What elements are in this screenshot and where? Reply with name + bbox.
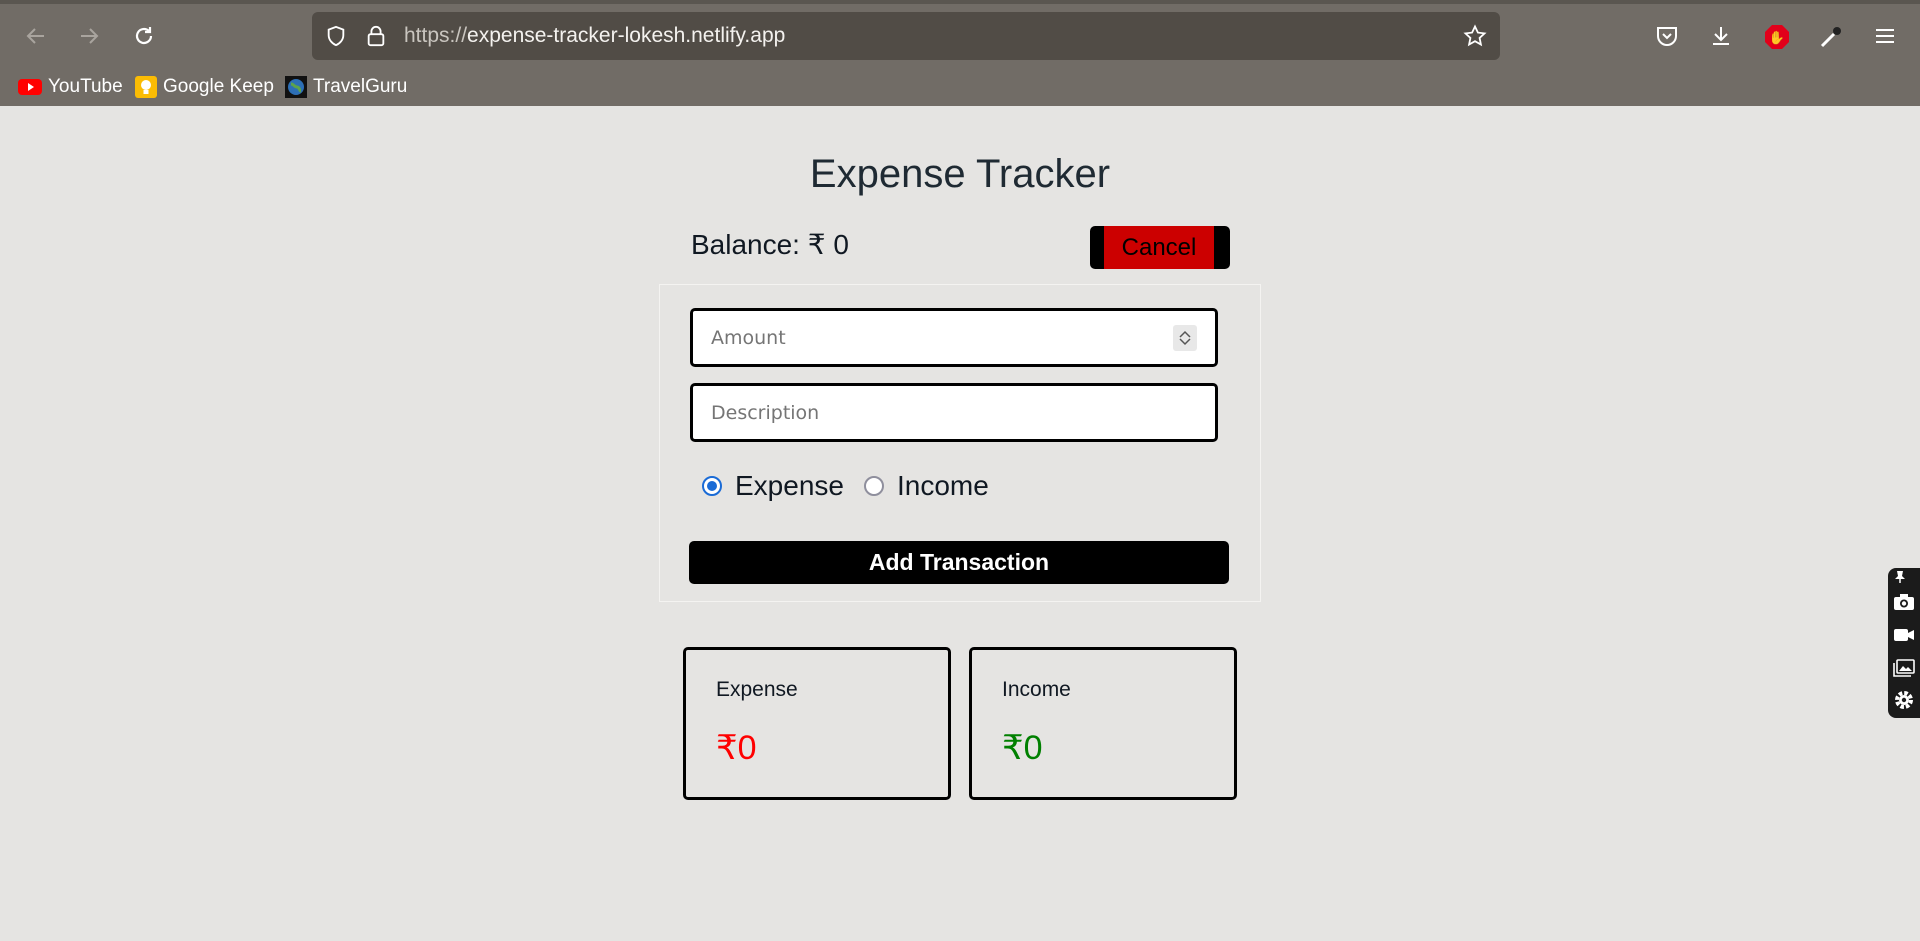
google-keep-icon bbox=[135, 76, 157, 98]
pocket-icon[interactable] bbox=[1654, 24, 1680, 50]
reload-button[interactable] bbox=[126, 18, 162, 54]
description-field[interactable] bbox=[690, 383, 1218, 442]
svg-text:✋: ✋ bbox=[1769, 30, 1785, 46]
bookmark-youtube[interactable]: YouTube bbox=[18, 76, 123, 98]
income-card-value: ₹0 bbox=[1002, 729, 1043, 767]
amount-field[interactable] bbox=[690, 308, 1218, 367]
bookmark-google-keep[interactable]: Google Keep bbox=[135, 76, 274, 98]
pin-icon[interactable] bbox=[1892, 570, 1908, 584]
chevron-down-icon bbox=[1179, 338, 1191, 346]
reload-icon bbox=[135, 27, 153, 45]
bookmarks-bar: YouTube Google Keep TravelGuru bbox=[0, 72, 1920, 104]
cancel-button[interactable]: Cancel bbox=[1090, 226, 1230, 269]
back-button[interactable] bbox=[18, 18, 54, 54]
expense-card: Expense ₹0 bbox=[683, 647, 951, 800]
camera-icon[interactable] bbox=[1892, 590, 1916, 614]
globe-icon bbox=[285, 76, 307, 98]
income-card: Income ₹0 bbox=[969, 647, 1237, 800]
lock-icon[interactable] bbox=[364, 24, 388, 48]
side-capture-toolbar bbox=[1888, 568, 1920, 718]
radio-income-label[interactable]: Income bbox=[897, 470, 989, 502]
eyedropper-icon[interactable] bbox=[1817, 23, 1845, 51]
menu-icon[interactable] bbox=[1872, 23, 1898, 49]
bookmark-travelguru[interactable]: TravelGuru bbox=[285, 76, 407, 98]
page-title: Expense Tracker bbox=[809, 152, 1111, 196]
amount-input[interactable] bbox=[693, 311, 1215, 364]
cancel-button-label: Cancel bbox=[1104, 226, 1214, 269]
description-input[interactable] bbox=[693, 386, 1215, 439]
add-transaction-button[interactable]: Add Transaction bbox=[689, 541, 1229, 584]
expense-card-label: Expense bbox=[716, 678, 798, 701]
radio-expense-label[interactable]: Expense bbox=[735, 470, 844, 502]
url-text: https://expense-tracker-lokesh.netlify.a… bbox=[404, 24, 786, 47]
arrow-left-icon bbox=[26, 28, 44, 44]
forward-button[interactable] bbox=[71, 18, 107, 54]
gear-icon[interactable] bbox=[1892, 688, 1916, 712]
transaction-form-content: Expense Income Add Transaction bbox=[659, 284, 1261, 602]
youtube-icon bbox=[18, 79, 42, 95]
transaction-type-group: Expense Income bbox=[702, 470, 1009, 502]
arrow-right-icon bbox=[81, 28, 99, 44]
address-bar[interactable]: https://expense-tracker-lokesh.netlify.a… bbox=[312, 12, 1500, 60]
radio-income[interactable] bbox=[863, 476, 884, 496]
gallery-icon[interactable] bbox=[1892, 656, 1916, 680]
shield-icon[interactable] bbox=[324, 24, 348, 48]
download-icon[interactable] bbox=[1708, 23, 1734, 49]
balance-display: Balance: ₹ 0 bbox=[691, 229, 849, 260]
adblock-icon[interactable]: ✋ bbox=[1763, 23, 1791, 51]
browser-toolbar: https://expense-tracker-lokesh.netlify.a… bbox=[0, 0, 1920, 106]
amount-spinner[interactable] bbox=[1173, 325, 1197, 351]
expense-card-value: ₹0 bbox=[716, 729, 757, 767]
chevron-up-icon bbox=[1179, 330, 1191, 338]
bookmark-star-icon[interactable] bbox=[1462, 23, 1488, 49]
video-camera-icon[interactable] bbox=[1892, 623, 1916, 647]
income-card-label: Income bbox=[1002, 678, 1071, 701]
radio-expense[interactable] bbox=[702, 476, 722, 496]
